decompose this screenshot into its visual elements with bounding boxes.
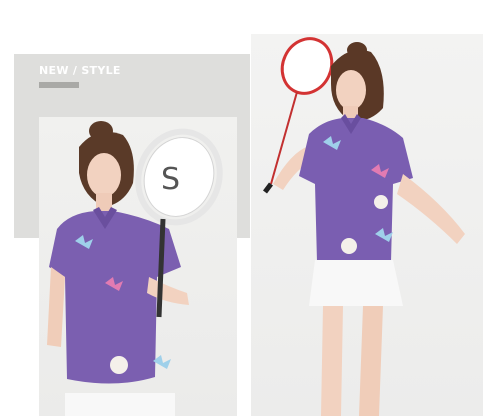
arm-shape xyxy=(397,174,465,244)
white-skirt-shape xyxy=(309,260,403,306)
white-skirt-shape xyxy=(65,393,175,416)
racket-logo-glyph: S xyxy=(161,162,180,197)
arm-shape xyxy=(47,267,65,347)
badminton-model-illustration xyxy=(263,37,465,416)
racket-handle-shape xyxy=(263,182,273,194)
face-shape xyxy=(87,153,121,197)
hair-bun-shape xyxy=(89,121,113,141)
product-photo-tennis: S xyxy=(39,117,237,416)
racket-frame-shape xyxy=(280,37,334,95)
leg-shape xyxy=(321,306,343,416)
flower-print-shape xyxy=(110,356,128,374)
butterfly-print-shape xyxy=(153,355,171,369)
flower-print-shape xyxy=(374,195,388,209)
heading-underline-bar xyxy=(39,82,79,88)
face-shape xyxy=(336,70,366,110)
hair-bun-shape xyxy=(347,42,367,58)
leg-shape xyxy=(359,306,383,416)
flower-print-shape xyxy=(341,238,357,254)
tennis-model-illustration: S xyxy=(47,121,223,416)
product-photo-badminton xyxy=(251,34,483,416)
section-heading: NEW / STYLE xyxy=(39,64,121,77)
